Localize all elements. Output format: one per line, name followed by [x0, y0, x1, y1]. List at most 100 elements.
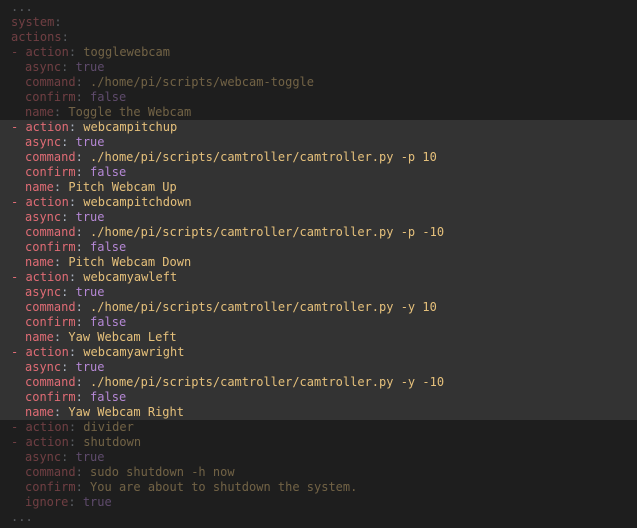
code-line[interactable]: name: Pitch Webcam Down [0, 254, 637, 270]
yaml-string-value: ./home/pi/scripts/camtroller/camtroller.… [90, 299, 437, 314]
code-line[interactable]: - action: webcamyawright [0, 344, 637, 360]
list-dash: - [11, 419, 26, 434]
yaml-key: action [25, 344, 69, 359]
colon: : [68, 344, 77, 359]
code-line[interactable]: async: true [0, 134, 637, 150]
yaml-key: command [25, 464, 76, 479]
code-line[interactable]: - action: togglewebcam [0, 45, 637, 60]
code-line[interactable]: ... [0, 0, 637, 15]
code-line[interactable]: command: ./home/pi/scripts/camtroller/ca… [0, 374, 637, 390]
yaml-string-value: divider [83, 419, 134, 434]
list-dash: - [11, 44, 26, 59]
code-line[interactable]: command: ./home/pi/scripts/camtroller/ca… [0, 299, 637, 315]
code-line[interactable]: command: ./home/pi/scripts/camtroller/ca… [0, 149, 637, 165]
yaml-key: name [25, 329, 54, 344]
yaml-key: confirm [25, 389, 76, 404]
yaml-string-value: Yaw Webcam Right [68, 404, 184, 419]
yaml-boolean-value: false [90, 239, 127, 254]
yaml-key: async [25, 284, 62, 299]
yaml-key: action [25, 119, 69, 134]
colon: : [68, 269, 77, 284]
yaml-key: action [25, 44, 69, 59]
yaml-key: action [25, 194, 69, 209]
yaml-key: confirm [25, 314, 76, 329]
code-line[interactable]: confirm: false [0, 164, 637, 180]
yaml-boolean-value: true [82, 494, 112, 509]
colon: : [75, 314, 83, 329]
code-line[interactable]: async: true [0, 284, 637, 300]
colon: : [75, 74, 83, 89]
code-line[interactable]: confirm: false [0, 90, 637, 105]
code-line[interactable]: command: sudo shutdown -h now [0, 465, 637, 480]
code-line[interactable]: actions: [0, 30, 637, 45]
yaml-key: confirm [25, 479, 76, 494]
yaml-key: name [25, 254, 54, 269]
yaml-key: confirm [25, 239, 76, 254]
yaml-boolean-value: false [90, 89, 127, 104]
ellipsis-text: ... [11, 0, 33, 14]
yaml-key: async [25, 134, 62, 149]
yaml-string-value: ./home/pi/scripts/camtroller/camtroller.… [90, 224, 445, 239]
yaml-string-value: ./home/pi/scripts/camtroller/camtroller.… [90, 374, 445, 389]
yaml-string-value: webcampitchup [83, 119, 178, 134]
code-line[interactable]: - action: webcamyawleft [0, 269, 637, 285]
code-line[interactable]: ... [0, 510, 637, 525]
colon: : [75, 389, 83, 404]
yaml-key: async [25, 59, 62, 74]
colon: : [54, 14, 62, 29]
code-line[interactable]: - action: webcampitchup [0, 119, 637, 135]
code-line[interactable]: command: ./home/pi/scripts/webcam-toggle [0, 75, 637, 90]
yaml-key: ignore [25, 494, 69, 509]
yaml-key: action [25, 434, 69, 449]
code-line[interactable]: command: ./home/pi/scripts/camtroller/ca… [0, 224, 637, 240]
code-line[interactable]: confirm: You are about to shutdown the s… [0, 480, 637, 495]
code-line[interactable]: name: Toggle the Webcam [0, 105, 637, 120]
code-line[interactable]: async: true [0, 60, 637, 75]
yaml-key: async [25, 449, 62, 464]
yaml-boolean-value: true [75, 449, 105, 464]
yaml-string-value: You are about to shutdown the system. [90, 479, 358, 494]
yaml-string-value: Pitch Webcam Up [68, 179, 177, 194]
yaml-string-value: ./home/pi/scripts/webcam-toggle [90, 74, 315, 89]
colon: : [61, 29, 69, 44]
colon: : [75, 164, 83, 179]
colon: : [75, 464, 83, 479]
code-line[interactable]: - action: webcampitchdown [0, 194, 637, 210]
code-line[interactable]: confirm: false [0, 314, 637, 330]
colon: : [75, 224, 83, 239]
yaml-key: confirm [25, 89, 76, 104]
colon: : [75, 374, 83, 389]
yaml-string-value: shutdown [83, 434, 142, 449]
code-line[interactable]: - action: divider [0, 420, 637, 435]
code-line[interactable]: - action: shutdown [0, 435, 637, 450]
code-editor[interactable]: ... system: actions: - action: togglewebcam… [0, 0, 637, 528]
yaml-boolean-value: true [75, 359, 105, 374]
code-line[interactable]: ignore: true [0, 495, 637, 510]
yaml-boolean-value: true [75, 59, 105, 74]
list-dash: - [11, 119, 26, 134]
code-line[interactable]: system: [0, 15, 637, 30]
code-line[interactable]: confirm: false [0, 389, 637, 405]
colon: : [75, 149, 83, 164]
code-line[interactable]: name: Pitch Webcam Up [0, 179, 637, 195]
colon: : [68, 194, 77, 209]
yaml-string-value: webcamyawright [83, 344, 185, 359]
list-dash: - [11, 344, 26, 359]
code-line[interactable]: async: true [0, 209, 637, 225]
yaml-boolean-value: false [90, 389, 127, 404]
code-line[interactable]: confirm: false [0, 239, 637, 255]
ellipsis-text: ... [11, 509, 33, 524]
list-dash: - [11, 194, 26, 209]
yaml-key: action [25, 269, 69, 284]
colon: : [75, 239, 83, 254]
code-line[interactable]: async: true [0, 450, 637, 465]
yaml-key: command [25, 74, 76, 89]
yaml-key: name [25, 179, 54, 194]
colon: : [75, 89, 83, 104]
colon: : [75, 479, 83, 494]
yaml-string-value: Pitch Webcam Down [68, 254, 192, 269]
code-line[interactable]: async: true [0, 359, 637, 375]
yaml-key: command [25, 374, 76, 389]
code-line[interactable]: name: Yaw Webcam Left [0, 329, 637, 345]
code-line[interactable]: name: Yaw Webcam Right [0, 404, 637, 420]
